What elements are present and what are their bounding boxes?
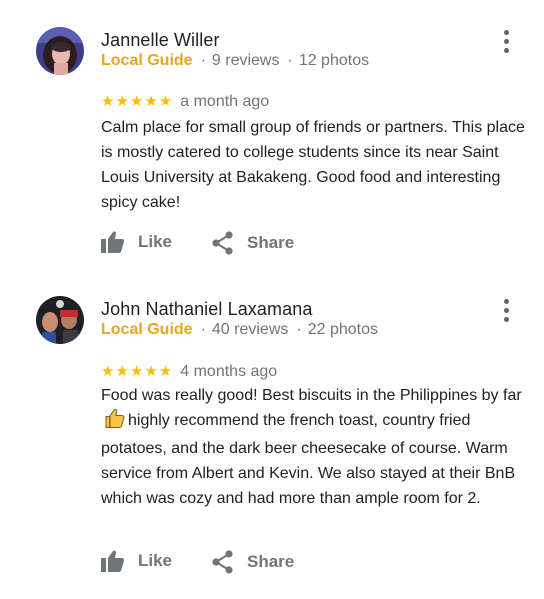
share-icon [212,550,233,574]
review-time: a month ago [180,93,270,110]
review-text: Calm place for small group of friends or… [101,115,531,215]
review-text-part: Food was really good! Best biscuits in t… [101,387,522,404]
share-label: Share [247,233,295,252]
thumbs-up-icon [101,550,125,572]
thumbs-up-icon [101,231,125,253]
more-vert-icon-dot [504,317,509,322]
reviewer-name[interactable]: Jannelle Willer [101,30,220,51]
reviews-count: 9 reviews [211,52,280,69]
separator-dot: · [287,52,293,69]
rating-row: ★★★★★ a month ago [101,92,269,111]
star-rating: ★★★★★ [101,93,174,110]
more-vert-icon-dot [504,48,509,53]
share-icon [212,231,233,255]
more-vert-icon-dot [504,308,509,313]
like-label: Like [138,551,173,570]
local-guide-badge: Local Guide [101,52,193,69]
reviews-count: 40 reviews [211,321,289,338]
more-vert-icon [504,30,509,35]
separator-dot: · [200,321,206,338]
review-time: 4 months ago [180,363,278,380]
share-button[interactable]: Share [212,231,294,255]
like-label: Like [138,232,173,251]
photos-count: 22 photos [307,321,378,338]
more-options-button[interactable] [496,29,516,55]
rating-row: ★★★★★ 4 months ago [101,362,277,381]
share-label: Share [247,552,295,571]
reviewer-meta: Local Guide · 40 reviews · 22 photos [101,321,378,339]
share-button[interactable]: Share [212,550,294,574]
review-text-part: Calm place for small group of friends or… [101,119,525,211]
avatar[interactable] [36,296,84,344]
review-text-part: highly recommend the french toast, count… [101,412,516,507]
local-guide-badge: Local Guide [101,321,193,338]
star-rating: ★★★★★ [101,363,174,380]
more-vert-icon [504,299,509,304]
like-button[interactable]: Like [101,231,172,253]
more-vert-icon-dot [504,39,509,44]
more-options-button[interactable] [496,298,516,324]
separator-dot: · [200,52,206,69]
separator-dot: · [296,321,302,338]
reviewer-name[interactable]: John Nathaniel Laxamana [101,299,312,320]
avatar[interactable] [36,27,84,75]
thumbs-up-emoji-icon [105,409,125,436]
photos-count: 12 photos [298,52,370,69]
review-text: Food was really good! Best biscuits in t… [101,383,531,511]
reviewer-meta: Local Guide · 9 reviews · 12 photos [101,52,369,70]
like-button[interactable]: Like [101,550,172,572]
